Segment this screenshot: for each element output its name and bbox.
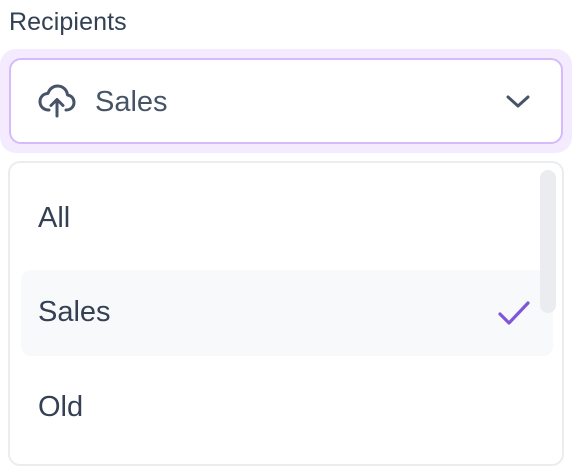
option-old[interactable]: Old (21, 365, 553, 451)
selected-value: Sales (95, 86, 168, 118)
recipients-select[interactable]: Sales (9, 58, 563, 144)
chevron-down-icon[interactable] (505, 91, 531, 111)
option-label: Old (38, 391, 84, 423)
option-label: Sales (38, 296, 111, 328)
option-all[interactable]: All (21, 176, 553, 262)
check-icon (497, 298, 531, 328)
field-label: Recipients (9, 8, 127, 36)
option-label: All (38, 202, 71, 234)
upload-cloud-icon (38, 84, 76, 118)
option-sales[interactable]: Sales (21, 270, 553, 356)
dropdown-menu: All Sales Old (8, 161, 564, 466)
scrollbar-thumb[interactable] (540, 170, 556, 313)
